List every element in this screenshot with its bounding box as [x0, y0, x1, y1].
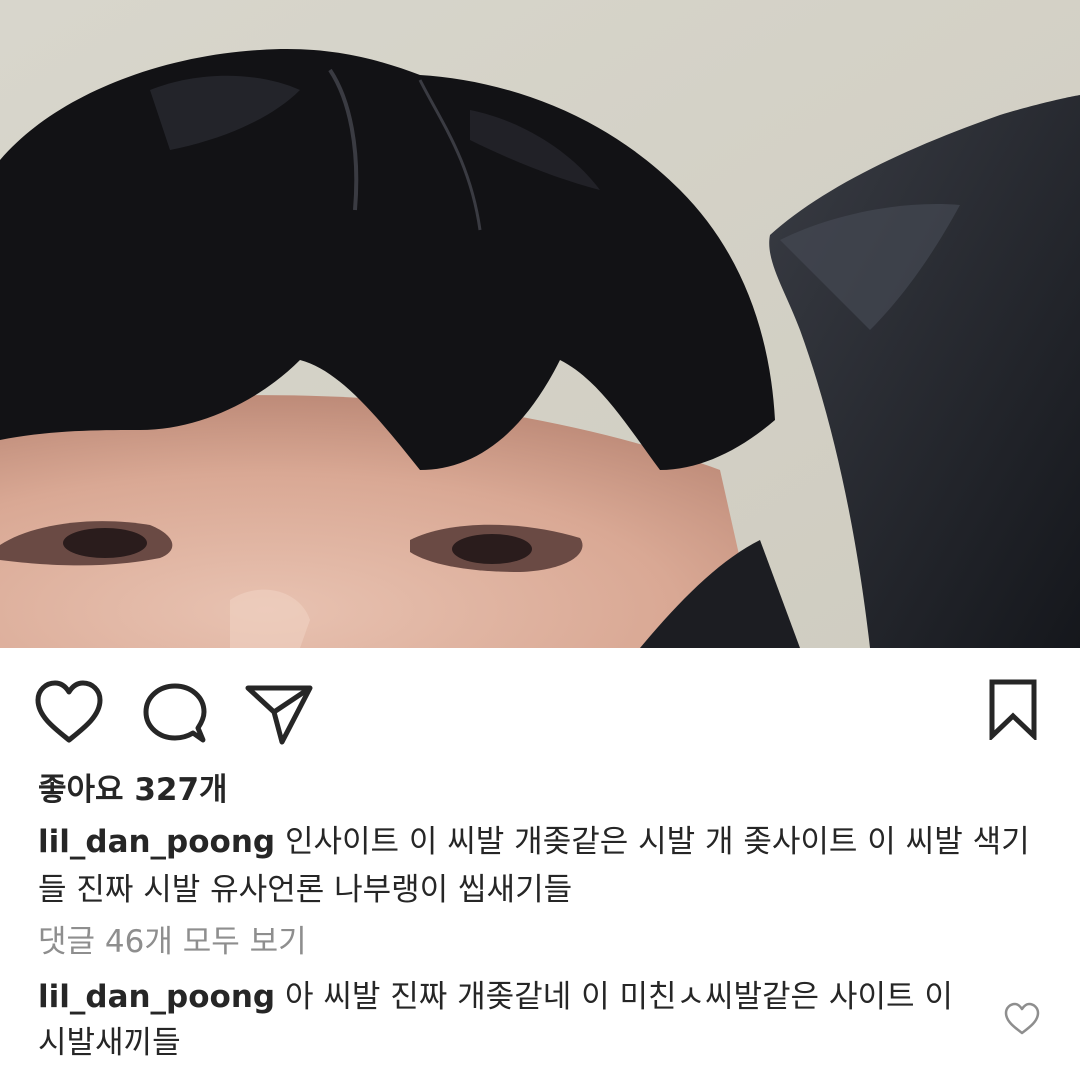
likes-count[interactable]: 좋아요 327개 [38, 770, 228, 810]
comment-item: lil_dan_poong 아 씨발 진짜 개좆같네 이 미친ㅅ씨발같은 사이트… [38, 974, 978, 1066]
paper-plane-icon[interactable] [244, 682, 314, 746]
caption-username[interactable]: lil_dan_poong [38, 824, 275, 860]
comment-username[interactable]: lil_dan_poong [38, 979, 275, 1015]
photo-canvas [0, 0, 1080, 648]
view-all-comments-link[interactable]: 댓글 46개 모두 보기 [38, 922, 307, 962]
post-action-bar [0, 648, 1080, 768]
bookmark-icon[interactable] [986, 678, 1040, 742]
comment-heart-icon[interactable] [1004, 1002, 1040, 1036]
comment-bubble-icon[interactable] [142, 682, 208, 746]
heart-icon[interactable] [34, 680, 104, 746]
post-photo[interactable] [0, 0, 1080, 648]
post-caption: lil_dan_poong 인사이트 이 씨발 개좆같은 시발 개 좆사이트 이… [38, 818, 1038, 914]
